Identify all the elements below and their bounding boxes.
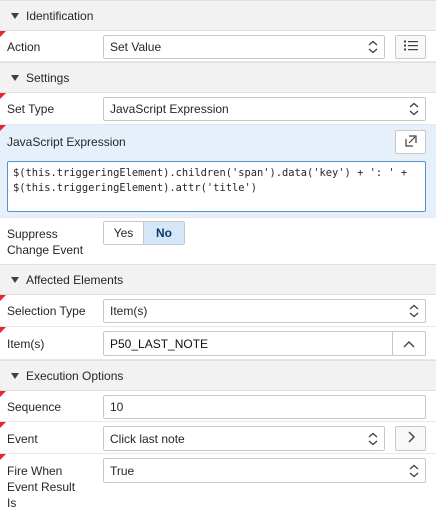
fire-when-label-line3: Is [7, 496, 17, 510]
chevron-up-icon [403, 337, 415, 351]
items-input[interactable]: P50_LAST_NOTE [103, 331, 393, 356]
collapse-caret-icon [11, 372, 19, 379]
group-title: Settings [26, 70, 70, 85]
js-expression-expand-button[interactable] [395, 130, 426, 154]
required-marker [0, 454, 6, 460]
chevron-right-icon [407, 431, 415, 446]
row-suppress-change-event: Suppress Change Event [0, 218, 436, 266]
required-marker [0, 295, 6, 301]
sequence-value: 10 [110, 400, 124, 414]
group-affected-elements[interactable]: Affected Elements [0, 264, 436, 295]
action-list-button[interactable] [395, 35, 426, 59]
required-marker [0, 125, 6, 131]
fire-when-label-line1: Fire When [7, 464, 63, 478]
group-title: Affected Elements [26, 272, 124, 287]
items-label: Item(s) [7, 337, 45, 351]
items-value: P50_LAST_NOTE [110, 336, 209, 351]
group-settings[interactable]: Settings [0, 62, 436, 93]
collapse-caret-icon [11, 74, 19, 81]
suppress-toggle: Yes No [103, 221, 185, 245]
select-arrows-icon [403, 300, 425, 322]
popout-icon [404, 134, 417, 150]
list-icon [403, 40, 418, 54]
row-action: Action Set Value [0, 31, 436, 62]
event-select[interactable]: Click last note [103, 426, 385, 451]
row-fire-when-event-result: Fire When Event Result Is True [0, 454, 436, 515]
sequence-label: Sequence [7, 400, 62, 414]
items-picker-button[interactable] [392, 331, 426, 356]
required-marker [0, 422, 6, 428]
action-value: Set Value [110, 40, 162, 54]
event-value: Click last note [110, 431, 185, 446]
suppress-label-line2: Change Event [7, 243, 84, 257]
event-label: Event [7, 432, 38, 446]
set-type-label: Set Type [7, 102, 55, 116]
suppress-yes-option[interactable]: Yes [104, 222, 144, 244]
selection-type-value: Item(s) [110, 304, 148, 318]
row-items: Item(s) P50_LAST_NOTE [0, 327, 436, 360]
js-expression-editor[interactable]: $(this.triggeringElement).children('span… [7, 161, 426, 212]
set-type-select[interactable]: JavaScript Expression [103, 97, 426, 121]
row-sequence: Sequence 10 [0, 391, 436, 422]
fire-when-select[interactable]: True [103, 458, 426, 483]
fire-when-label-line2: Event Result [7, 480, 76, 494]
select-arrows-icon [362, 427, 384, 450]
collapse-caret-icon [11, 276, 19, 283]
collapse-caret-icon [11, 12, 19, 19]
action-select[interactable]: Set Value [103, 35, 385, 59]
fire-when-value: True [110, 463, 135, 478]
select-arrows-icon [403, 98, 425, 120]
suppress-no-option[interactable]: No [144, 222, 184, 244]
row-set-type: Set Type JavaScript Expression [0, 93, 436, 125]
select-arrows-icon [403, 459, 425, 482]
js-expression-label: JavaScript Expression [7, 135, 126, 149]
row-selection-type: Selection Type Item(s) [0, 295, 436, 327]
action-label: Action [7, 40, 41, 54]
required-marker [0, 31, 6, 37]
sequence-input[interactable]: 10 [103, 395, 426, 419]
required-marker [0, 327, 6, 333]
selection-type-label: Selection Type [7, 304, 86, 318]
group-title: Identification [26, 8, 94, 23]
group-execution-options[interactable]: Execution Options [0, 360, 436, 391]
select-arrows-icon [362, 36, 384, 58]
property-editor-panel: Identification Action Set Value Settings… [0, 0, 436, 515]
required-marker [0, 391, 6, 397]
group-identification[interactable]: Identification [0, 0, 436, 31]
group-title: Execution Options [26, 368, 124, 383]
selection-type-select[interactable]: Item(s) [103, 299, 426, 323]
suppress-label-line1: Suppress [7, 227, 58, 241]
required-marker [0, 93, 6, 99]
event-goto-button[interactable] [395, 426, 426, 451]
set-type-value: JavaScript Expression [110, 102, 229, 116]
row-event: Event Click last note [0, 422, 436, 454]
